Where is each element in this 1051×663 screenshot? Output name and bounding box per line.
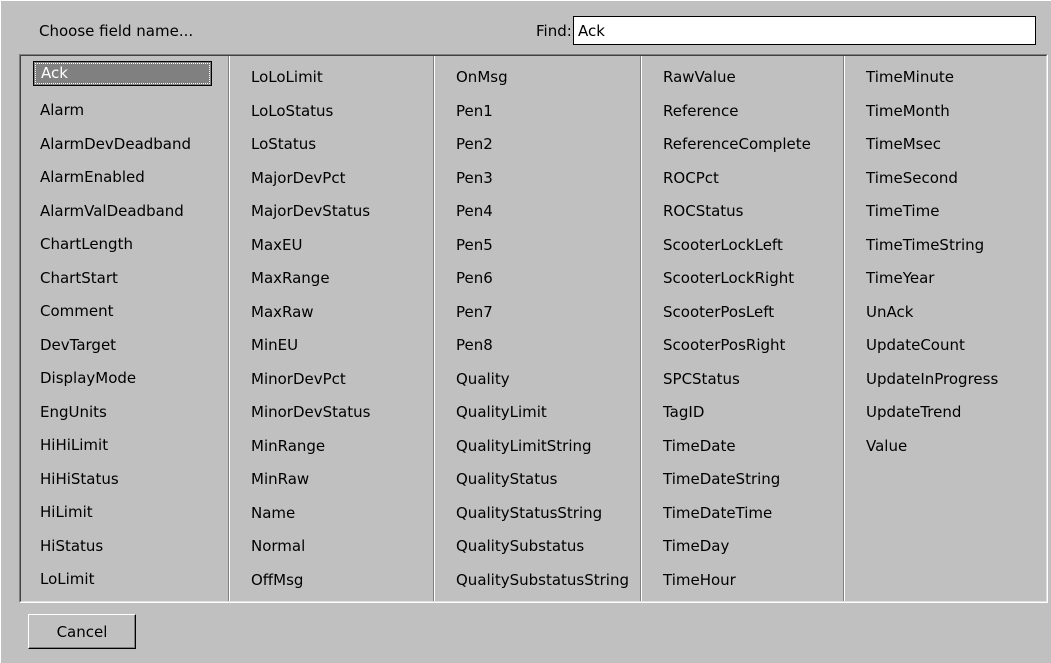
list-item[interactable]: LoLoLimit xyxy=(230,61,434,95)
list-item[interactable]: Name xyxy=(230,497,434,531)
list-item[interactable]: LoLoStatus xyxy=(230,95,434,129)
list-item[interactable]: ChartStart xyxy=(21,262,229,296)
list-item[interactable]: OffMsg xyxy=(230,564,434,598)
list-item[interactable]: TimeMinute xyxy=(845,61,1046,95)
list-item[interactable]: MinEU xyxy=(230,329,434,363)
list-item[interactable]: LoStatus xyxy=(230,128,434,162)
field-chooser-dialog: Choose field name... Find: AckAlarmAlarm… xyxy=(0,0,1051,663)
list-item[interactable]: AlarmDevDeadband xyxy=(21,128,229,162)
list-item[interactable]: TimeTimeString xyxy=(845,229,1046,263)
list-item[interactable]: TimeMsec xyxy=(845,128,1046,162)
list-item[interactable]: TimeHour xyxy=(642,564,844,598)
list-item[interactable]: HiStatus xyxy=(21,530,229,564)
list-item[interactable]: Normal xyxy=(230,530,434,564)
list-item[interactable]: QualitySubstatus xyxy=(435,530,641,564)
list-item[interactable]: MinorDevStatus xyxy=(230,396,434,430)
list-item[interactable]: Pen5 xyxy=(435,229,641,263)
list-item[interactable]: TimeDay xyxy=(642,530,844,564)
prompt-label: Choose field name... xyxy=(39,22,194,40)
list-item[interactable]: TimeMonth xyxy=(845,95,1046,129)
list-item[interactable]: HiHiStatus xyxy=(21,463,229,497)
dialog-header: Choose field name... Find: xyxy=(1,1,1051,53)
list-item[interactable]: OnMsg xyxy=(435,61,641,95)
list-item[interactable]: Reference xyxy=(642,95,844,129)
list-item[interactable]: ScooterPosLeft xyxy=(642,296,844,330)
list-item[interactable]: MaxEU xyxy=(230,229,434,263)
list-column: OnMsg Pen1 Pen2 Pen3 Pen4 Pen5 Pen6 Pen7 Pen8 Qua… xyxy=(435,56,642,601)
list-item[interactable]: MinRange xyxy=(230,430,434,464)
list-item[interactable]: TimeSecond xyxy=(845,162,1046,196)
list-item[interactable]: MajorDevPct xyxy=(230,162,434,196)
cancel-button[interactable]: Cancel xyxy=(28,614,136,649)
list-item[interactable]: Pen4 xyxy=(435,195,641,229)
list-column: TimeMinute TimeMonth TimeMsec TimeSecond Tim… xyxy=(845,56,1046,601)
list-item[interactable]: Pen8 xyxy=(435,329,641,363)
list-item[interactable]: TimeDateString xyxy=(642,463,844,497)
list-item[interactable]: DisplayMode xyxy=(21,362,229,396)
list-column: LoLoLimit LoLoStatus LoStatus MajorDevPct Ma… xyxy=(230,56,435,601)
list-item[interactable]: TimeTime xyxy=(845,195,1046,229)
list-column: RawValue Reference ReferenceComplete ROCPct… xyxy=(642,56,845,601)
list-item[interactable]: MinorDevPct xyxy=(230,363,434,397)
list-item[interactable]: EngUnits xyxy=(21,396,229,430)
list-item[interactable]: HiHiLimit xyxy=(21,429,229,463)
list-item[interactable]: Comment xyxy=(21,295,229,329)
list-item[interactable]: RawValue xyxy=(642,61,844,95)
list-item[interactable]: DevTarget xyxy=(21,329,229,363)
find-input[interactable] xyxy=(573,16,1036,45)
field-list-frame: Ack Alarm AlarmDevDeadband AlarmEnabled Alar… xyxy=(19,54,1048,603)
list-item[interactable]: UpdateTrend xyxy=(845,396,1046,430)
find-label: Find: xyxy=(536,22,572,40)
list-column: Ack Alarm AlarmDevDeadband AlarmEnabled Alar… xyxy=(21,56,230,601)
list-item[interactable]: Ack xyxy=(33,61,212,86)
list-item[interactable]: Pen7 xyxy=(435,296,641,330)
list-item[interactable]: LoLimit xyxy=(21,563,229,597)
list-item[interactable]: QualitySubstatusString xyxy=(435,564,641,598)
list-item[interactable]: QualityLimitString xyxy=(435,430,641,464)
list-item[interactable]: TimeYear xyxy=(845,262,1046,296)
list-item[interactable]: Quality xyxy=(435,363,641,397)
list-item[interactable]: UpdateCount xyxy=(845,329,1046,363)
list-item[interactable]: QualityLimit xyxy=(435,396,641,430)
list-item[interactable]: TagID xyxy=(642,396,844,430)
list-item[interactable]: TimeDate xyxy=(642,430,844,464)
list-item[interactable]: UnAck xyxy=(845,296,1046,330)
list-item[interactable]: QualityStatus xyxy=(435,463,641,497)
list-item[interactable]: TimeDateTime xyxy=(642,497,844,531)
list-item[interactable]: QualityStatusString xyxy=(435,497,641,531)
list-item[interactable]: Value xyxy=(845,430,1046,464)
list-item[interactable]: AlarmEnabled xyxy=(21,161,229,195)
list-item[interactable]: Pen3 xyxy=(435,162,641,196)
list-item[interactable]: MaxRange xyxy=(230,262,434,296)
list-item[interactable]: Pen2 xyxy=(435,128,641,162)
list-item[interactable]: Pen1 xyxy=(435,95,641,129)
list-item[interactable]: ReferenceComplete xyxy=(642,128,844,162)
list-item[interactable]: MajorDevStatus xyxy=(230,195,434,229)
list-item[interactable]: ChartLength xyxy=(21,228,229,262)
list-item[interactable]: SPCStatus xyxy=(642,363,844,397)
list-item[interactable]: ScooterLockRight xyxy=(642,262,844,296)
list-item[interactable]: MaxRaw xyxy=(230,296,434,330)
list-item[interactable]: Pen6 xyxy=(435,262,641,296)
list-item[interactable]: MinRaw xyxy=(230,463,434,497)
list-item[interactable]: AlarmValDeadband xyxy=(21,195,229,229)
field-list[interactable]: Ack Alarm AlarmDevDeadband AlarmEnabled Alar… xyxy=(20,55,1047,602)
list-item[interactable]: ScooterLockLeft xyxy=(642,229,844,263)
list-item[interactable]: ScooterPosRight xyxy=(642,329,844,363)
list-item[interactable]: ROCPct xyxy=(642,162,844,196)
list-item[interactable]: UpdateInProgress xyxy=(845,363,1046,397)
list-item[interactable]: Alarm xyxy=(21,94,229,128)
list-item[interactable]: HiLimit xyxy=(21,496,229,530)
list-item[interactable]: ROCStatus xyxy=(642,195,844,229)
